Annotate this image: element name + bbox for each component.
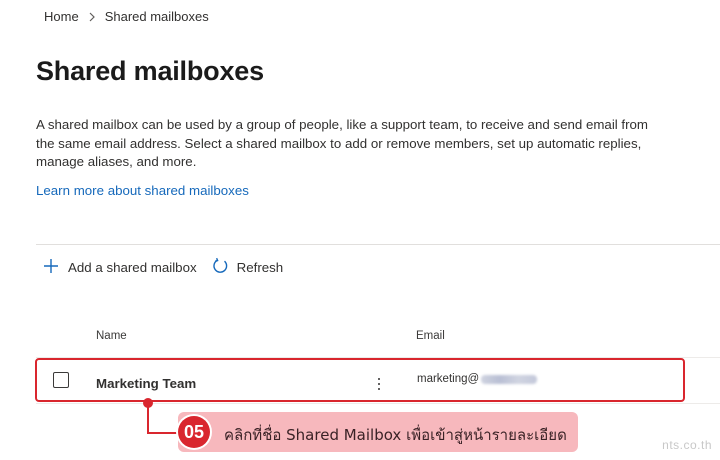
row-divider: [36, 403, 720, 404]
watermark: nts.co.th: [662, 438, 712, 452]
refresh-label: Refresh: [236, 260, 284, 275]
add-shared-mailbox-button[interactable]: Add a shared mailbox: [42, 257, 197, 278]
plus-icon: [42, 257, 68, 278]
redacted-domain: [481, 374, 538, 384]
callout-anchor-dot: [143, 398, 153, 408]
step-callout: 05 คลิกที่ชื่อ Shared Mailbox เพื่อเข้าส…: [178, 412, 578, 452]
refresh-icon: [211, 257, 237, 278]
divider: [36, 244, 720, 245]
learn-more-link[interactable]: Learn more about shared mailboxes: [36, 183, 249, 198]
column-header-email[interactable]: Email: [416, 330, 445, 342]
breadcrumb-home[interactable]: Home: [44, 9, 79, 24]
more-actions-icon[interactable]: [367, 372, 391, 396]
mailbox-email: marketing@: [417, 373, 538, 385]
chevron-right-icon: [88, 12, 96, 22]
breadcrumb-current: Shared mailboxes: [104, 9, 209, 24]
breadcrumb: Home Shared mailboxes: [44, 9, 209, 24]
row-checkbox[interactable]: [53, 372, 69, 388]
table-row[interactable]: Marketing Team marketing@: [35, 358, 685, 402]
step-number-badge: 05: [178, 416, 210, 448]
command-bar: Add a shared mailbox Refresh: [42, 257, 283, 278]
mailbox-email-prefix: marketing@: [417, 373, 480, 385]
page-title: Shared mailboxes: [36, 56, 264, 86]
add-shared-mailbox-label: Add a shared mailbox: [68, 260, 197, 275]
mailbox-name-link[interactable]: Marketing Team: [96, 376, 196, 391]
page-description: A shared mailbox can be used by a group …: [36, 117, 649, 169]
refresh-button[interactable]: Refresh: [211, 257, 284, 278]
callout-text: คลิกที่ชื่อ Shared Mailbox เพื่อเข้าสู่ห…: [224, 426, 567, 444]
column-header-name[interactable]: Name: [96, 330, 127, 342]
